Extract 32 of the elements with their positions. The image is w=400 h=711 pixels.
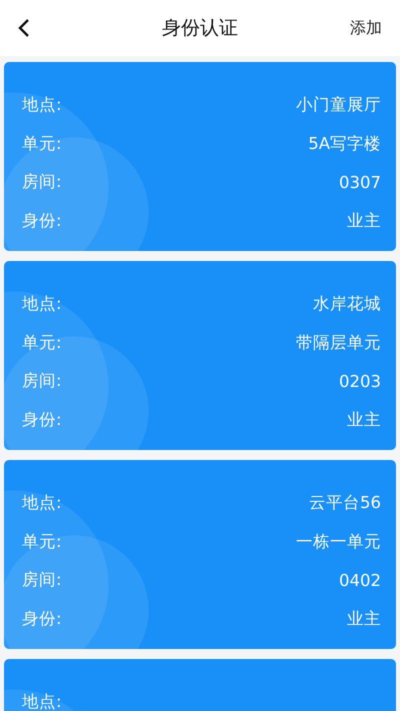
page-title: 身份认证 <box>162 16 238 41</box>
identity-card[interactable]: 地点: <box>4 659 396 711</box>
field-label: 身份: <box>22 408 62 431</box>
field-label: 房间: <box>22 569 62 592</box>
field-label: 单元: <box>22 530 62 553</box>
field-value: 0307 <box>339 172 381 192</box>
field-value: 一栋一单元 <box>296 530 381 553</box>
field-value: 业主 <box>347 408 381 431</box>
field-value: 业主 <box>347 210 381 232</box>
field-label: 地点: <box>22 492 62 514</box>
identity-card[interactable]: 地点: 水岸花城 单元: 带隔层单元 房间: 0203 身份: 业主 <box>4 261 396 450</box>
field-value: 小门童展厅 <box>296 94 381 116</box>
field-label: 身份: <box>22 210 62 232</box>
field-label: 身份: <box>22 608 62 630</box>
field-label: 房间: <box>22 171 62 194</box>
field-value: 5A写字楼 <box>308 132 381 155</box>
field-value: 0203 <box>339 372 381 391</box>
field-label: 地点: <box>22 94 62 116</box>
field-label: 单元: <box>22 132 62 155</box>
field-value: 业主 <box>347 608 381 630</box>
field-value: 带隔层单元 <box>296 332 381 354</box>
add-button[interactable]: 添加 <box>350 14 382 42</box>
field-label: 单元: <box>22 332 62 354</box>
field-label: 房间: <box>22 370 62 392</box>
identity-card[interactable]: 地点: 云平台56 单元: 一栋一单元 房间: 0402 身份: 业主 <box>4 460 396 649</box>
field-value: 水岸花城 <box>313 293 381 316</box>
identity-card[interactable]: 地点: 小门童展厅 单元: 5A写字楼 房间: 0307 身份: 业主 <box>4 62 396 251</box>
field-label: 地点: <box>22 691 62 711</box>
field-value: 云平台56 <box>309 492 381 514</box>
back-icon[interactable] <box>18 18 30 38</box>
field-value: 0402 <box>339 570 381 590</box>
field-label: 地点: <box>22 293 62 316</box>
